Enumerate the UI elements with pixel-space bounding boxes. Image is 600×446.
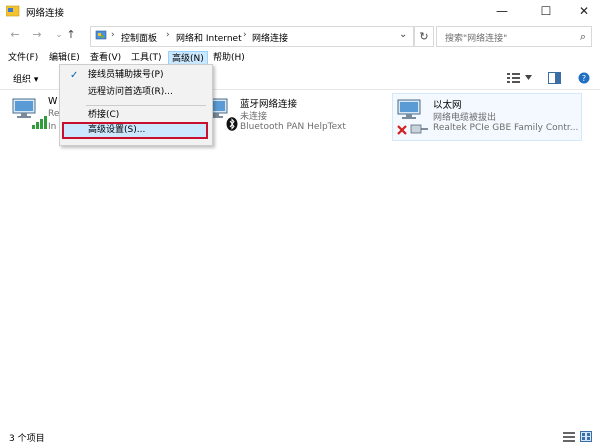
connection-name: W bbox=[48, 96, 58, 107]
close-button[interactable]: ✕ bbox=[568, 0, 600, 22]
menu-item-label: 远程访问首选项(R)... bbox=[88, 87, 173, 97]
large-icons-view-icon[interactable] bbox=[580, 431, 592, 442]
wifi-signal-icon bbox=[32, 116, 47, 129]
connection-name: 以太网 bbox=[433, 100, 462, 111]
breadcrumb-control-panel[interactable]: 控制面板 bbox=[121, 31, 157, 44]
breadcrumb-network-connections[interactable]: 网络连接 bbox=[252, 31, 288, 44]
menu-file[interactable]: 文件(F) bbox=[5, 51, 41, 66]
preview-pane-icon[interactable] bbox=[548, 72, 561, 84]
connection-item-ethernet[interactable]: 以太网 网络电缆被拔出 Realtek PCIe GBE Family Cont… bbox=[392, 93, 582, 141]
back-button[interactable]: ← bbox=[8, 28, 22, 42]
minimize-button[interactable]: — bbox=[486, 0, 518, 22]
error-x-icon bbox=[397, 125, 407, 135]
menu-separator bbox=[86, 105, 206, 106]
menu-item-label: 高级设置(S)... bbox=[88, 125, 146, 135]
status-bar: 3 个项目 bbox=[0, 428, 600, 446]
connection-item-bluetooth[interactable]: 蓝牙网络连接 未连接 Bluetooth PAN HelpText bbox=[200, 93, 388, 139]
checkmark-icon: ✓ bbox=[70, 70, 79, 81]
search-icon[interactable]: ⌕ bbox=[580, 30, 586, 44]
address-box[interactable]: › 控制面板 › 网络和 Internet › 网络连接 ⌄ bbox=[90, 26, 414, 47]
forward-button[interactable]: → bbox=[30, 28, 44, 42]
menu-item-advanced-settings[interactable]: 高级设置(S)... bbox=[62, 123, 210, 138]
breadcrumb-separator: › bbox=[111, 30, 115, 40]
menu-item-operator-assisted-dialing[interactable]: ✓ 接线员辅助拨号(P) bbox=[62, 68, 210, 83]
details-view-icon[interactable] bbox=[563, 432, 575, 442]
menu-item-label: 接线员辅助拨号(P) bbox=[88, 70, 164, 80]
advanced-menu-dropdown: ✓ 接线员辅助拨号(P) 远程访问首选项(R)... 桥接(C) 高级设置(S)… bbox=[59, 64, 213, 146]
connection-device: In bbox=[48, 122, 57, 132]
connection-status: 网络电缆被拔出 bbox=[433, 113, 497, 123]
menu-item-bridge[interactable]: 桥接(C) bbox=[62, 108, 210, 123]
address-bar-row: ← → ⌄ ↑ › 控制面板 › 网络和 Internet › 网络连接 ⌄ ↻… bbox=[0, 24, 600, 48]
menu-item-label: 桥接(C) bbox=[88, 110, 120, 120]
connection-name: 蓝牙网络连接 bbox=[240, 99, 298, 110]
menu-help[interactable]: 帮助(H) bbox=[210, 51, 248, 66]
search-input[interactable]: 搜索"网络连接" ⌕ bbox=[436, 26, 592, 47]
ethernet-cable-icon bbox=[410, 124, 428, 134]
window-title: 网络连接 bbox=[26, 8, 65, 19]
address-dropdown-button[interactable]: ⌄ bbox=[399, 29, 407, 40]
title-bar: 网络连接 — ☐ ✕ bbox=[0, 0, 600, 22]
refresh-button[interactable]: ↻ bbox=[414, 26, 434, 47]
connection-device: Realtek PCIe GBE Family Contr... bbox=[433, 123, 579, 133]
item-count: 3 个项目 bbox=[9, 434, 45, 444]
connection-status: Re bbox=[48, 109, 60, 119]
up-button[interactable]: ↑ bbox=[64, 28, 78, 42]
organize-button[interactable]: 组织 ▾ bbox=[13, 72, 38, 85]
breadcrumb-separator: › bbox=[243, 30, 247, 40]
breadcrumb-network-internet[interactable]: 网络和 Internet bbox=[176, 31, 242, 44]
chevron-down-icon[interactable] bbox=[525, 75, 532, 80]
menu-item-remote-access-preferences[interactable]: 远程访问首选项(R)... bbox=[62, 85, 210, 100]
help-icon[interactable]: ? bbox=[578, 72, 590, 84]
svg-text:?: ? bbox=[582, 74, 586, 83]
view-options-icon[interactable] bbox=[507, 72, 521, 84]
breadcrumb-separator: › bbox=[166, 30, 170, 40]
bluetooth-icon bbox=[226, 117, 238, 131]
control-panel-icon bbox=[95, 30, 107, 40]
maximize-button[interactable]: ☐ bbox=[530, 0, 562, 22]
network-folder-icon bbox=[6, 5, 20, 17]
search-placeholder: 搜索"网络连接" bbox=[445, 34, 508, 44]
network-adapter-icon bbox=[397, 99, 421, 119]
connection-status: 未连接 bbox=[240, 112, 268, 122]
connection-device: Bluetooth PAN HelpText bbox=[240, 122, 346, 132]
